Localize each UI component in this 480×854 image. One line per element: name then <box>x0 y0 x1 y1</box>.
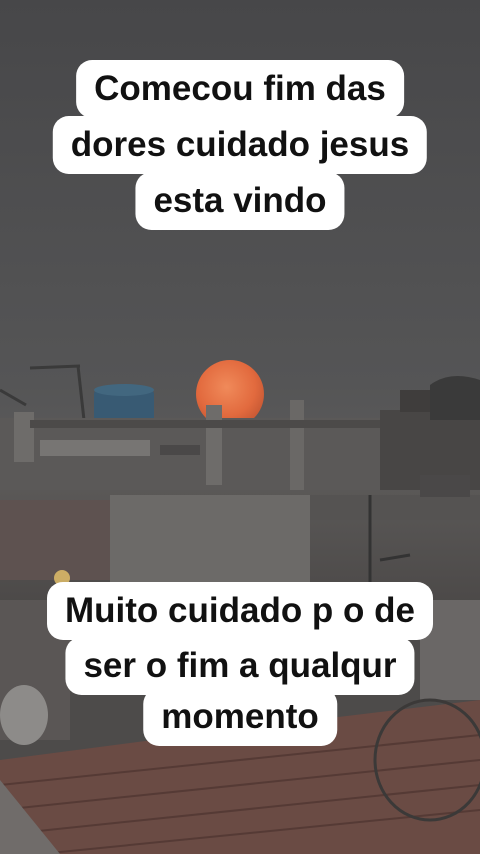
top-caption-line-3: esta vindo <box>135 172 345 230</box>
bottom-caption-line-1: Muito cuidado p o de <box>47 582 433 640</box>
bottom-caption-line-3: momento <box>143 688 337 746</box>
video-frame: Comecou fim das dores cuidado jesus esta… <box>0 0 480 854</box>
bottom-caption-line-2: ser o fim a qualqur <box>65 637 415 695</box>
top-caption-line-1: Comecou fim das <box>76 60 404 118</box>
top-caption-line-2: dores cuidado jesus <box>52 116 428 174</box>
